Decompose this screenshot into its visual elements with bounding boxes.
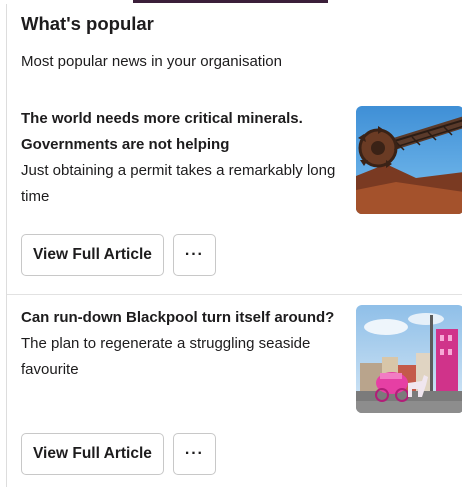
article-headline[interactable]: Can run-down Blackpool turn itself aroun…: [21, 305, 346, 331]
article-summary: The plan to regenerate a struggling seas…: [21, 335, 311, 378]
article-actions: View Full Article ···: [21, 433, 216, 475]
article-text: The world needs more critical minerals. …: [21, 106, 346, 210]
article-headline[interactable]: The world needs more critical minerals. …: [21, 106, 346, 158]
article-thumbnail-svg: [356, 106, 462, 214]
article-thumbnail-svg: [356, 305, 462, 413]
view-full-article-button[interactable]: View Full Article: [21, 433, 164, 475]
article-summary: Just obtaining a permit takes a remarkab…: [21, 162, 336, 205]
panel-title: What's popular: [21, 13, 154, 34]
blackpool-seafront-image[interactable]: [356, 305, 462, 413]
more-actions-button[interactable]: ···: [172, 433, 216, 475]
article-divider: [7, 294, 462, 295]
article-actions: View Full Article ···: [21, 234, 216, 276]
whats-popular-panel: What's popular Most popular news in your…: [6, 4, 462, 487]
panel-header: What's popular: [21, 12, 154, 36]
top-strip-dark-bar: [133, 0, 328, 3]
mining-excavator-image[interactable]: [356, 106, 462, 214]
article-text: Can run-down Blackpool turn itself aroun…: [21, 305, 346, 383]
more-actions-button[interactable]: ···: [172, 234, 216, 276]
view-full-article-button[interactable]: View Full Article: [21, 234, 164, 276]
panel-subtitle: Most popular news in your organisation: [21, 53, 282, 70]
